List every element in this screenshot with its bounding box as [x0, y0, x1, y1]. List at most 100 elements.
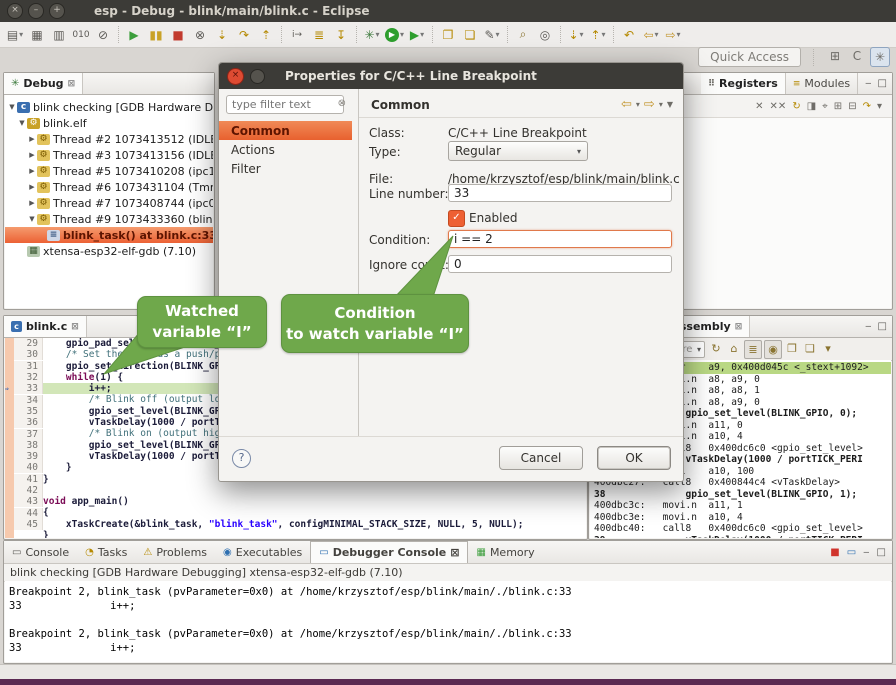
debug-tree-item[interactable]: ▶⚙Thread #7 1073408744 (ipc0) (Susp: [5, 195, 213, 211]
save-all-button[interactable]: ▥: [48, 25, 70, 45]
tree-expand-icon[interactable]: ▼: [27, 215, 37, 223]
next-annotation-button[interactable]: ⇣: [565, 25, 587, 45]
quick-access-button[interactable]: Quick Access: [698, 47, 801, 67]
pointer-mode-icon[interactable]: ⌖: [822, 101, 828, 112]
type-dropdown[interactable]: Regular ▾: [448, 141, 588, 161]
pin-editor-button[interactable]: ✎: [481, 25, 503, 45]
save-button[interactable]: ▦: [26, 25, 48, 45]
back-button[interactable]: ⇦: [640, 25, 662, 45]
step-return-button[interactable]: ⇡: [255, 25, 277, 45]
import-button[interactable]: ❏: [459, 25, 481, 45]
show-source-icon[interactable]: ≣: [744, 340, 762, 359]
new-button[interactable]: ▤: [4, 25, 26, 45]
chevron-down-icon[interactable]: ▾: [659, 100, 663, 109]
skip-all-breakpoints-button[interactable]: ⊘: [92, 25, 114, 45]
breakpoint-ruler[interactable]: [5, 338, 14, 349]
debug-button[interactable]: ✳: [361, 25, 383, 45]
breakpoint-ruler[interactable]: [5, 349, 14, 360]
collapse-all-icon[interactable]: ⊟: [848, 101, 856, 112]
line-number-input[interactable]: [448, 184, 672, 202]
breakpoint-ruler[interactable]: ⇒: [5, 383, 14, 394]
breakpoint-ruler[interactable]: [5, 428, 14, 439]
dialog-tree-item-actions[interactable]: Actions: [219, 140, 352, 159]
previous-annotation-button[interactable]: ⇡: [587, 25, 609, 45]
last-edit-location-button[interactable]: ↶: [618, 25, 640, 45]
toggle-mark-occurrences-button[interactable]: ◎: [534, 25, 556, 45]
tab-executables[interactable]: ◉Executables: [215, 541, 310, 563]
debug-perspective-button[interactable]: ✳: [870, 47, 890, 67]
open-new-view-icon[interactable]: ❏: [802, 340, 818, 357]
refresh-icon[interactable]: ↻: [792, 101, 800, 112]
search-button[interactable]: ⌕: [512, 25, 534, 45]
tab-debugger-console[interactable]: ▭Debugger Console⊠: [310, 541, 468, 563]
home-icon[interactable]: ⌂: [726, 340, 742, 357]
breakpoint-ruler[interactable]: [5, 496, 14, 507]
tab-debug[interactable]: ✳ Debug ⊠: [4, 73, 83, 94]
breakpoint-ruler[interactable]: [5, 406, 14, 417]
debug-tree-item[interactable]: ▶⚙Thread #6 1073431104 (Tmr Svc) (Su: [5, 179, 213, 195]
remove-selected-icon[interactable]: ✕: [755, 101, 763, 112]
restore-defaults-icon[interactable]: ↷: [863, 101, 871, 112]
open-perspective-button[interactable]: ⊞: [826, 47, 844, 65]
step-over-button[interactable]: ↷: [233, 25, 255, 45]
tree-expand-icon[interactable]: ▶: [27, 167, 37, 175]
instruction-stepping-button[interactable]: i→: [286, 25, 308, 45]
breakpoint-ruler[interactable]: [5, 394, 14, 405]
breakpoint-ruler[interactable]: [5, 462, 14, 473]
dialog-tree-item-common[interactable]: Common: [219, 121, 352, 140]
debug-tree-item[interactable]: ▼⚙blink.elf: [5, 115, 213, 131]
chevron-down-icon[interactable]: ▾: [636, 100, 640, 109]
external-tools-button[interactable]: ▶: [406, 25, 428, 45]
minimize-icon[interactable]: ‒: [863, 547, 869, 558]
disconnect-button[interactable]: ⊗: [189, 25, 211, 45]
help-button[interactable]: ?: [232, 449, 251, 468]
ignore-count-input[interactable]: [448, 255, 672, 273]
dialog-close-button[interactable]: ×: [227, 68, 244, 85]
breakpoint-ruler[interactable]: [5, 440, 14, 451]
debug-tree-item[interactable]: ▼cblink checking [GDB Hardware Debug: [5, 99, 213, 115]
debug-tree-item[interactable]: ▦xtensa-esp32-elf-gdb (7.10): [5, 243, 213, 259]
use-step-filters-button[interactable]: ≣: [308, 25, 330, 45]
refresh-icon[interactable]: ↻: [708, 340, 724, 357]
step-into-button[interactable]: ⇣: [211, 25, 233, 45]
breakpoint-ruler[interactable]: [5, 485, 14, 496]
tree-expand-icon[interactable]: ▼: [7, 103, 17, 111]
dialog-tree-item-filter[interactable]: Filter: [219, 159, 352, 178]
resume-button[interactable]: ▶: [123, 25, 145, 45]
tab-problems[interactable]: ⚠Problems: [135, 541, 215, 563]
debug-tree-item[interactable]: ▼⚙Thread #9 1073433360 (blink_task: [5, 211, 213, 227]
forward-icon[interactable]: ⇨: [644, 97, 655, 112]
tree-expand-icon[interactable]: ▶: [27, 183, 37, 191]
open-folder-button[interactable]: ❐: [437, 25, 459, 45]
dialog-restore-button[interactable]: [250, 69, 265, 84]
back-icon[interactable]: ⇦: [621, 97, 632, 112]
tab-registers[interactable]: ⠿ Registers: [701, 73, 786, 94]
breakpoint-ruler[interactable]: [5, 361, 14, 372]
cpp-perspective-button[interactable]: C: [848, 47, 866, 65]
maximize-icon[interactable]: □: [877, 547, 886, 558]
remove-all-icon[interactable]: ✕✕: [770, 101, 787, 112]
minimize-icon[interactable]: ‒: [865, 78, 871, 89]
breakpoint-ruler[interactable]: [5, 507, 14, 518]
forward-button[interactable]: ⇨: [662, 25, 684, 45]
ok-button[interactable]: OK: [597, 446, 671, 470]
close-icon[interactable]: ⊠: [450, 546, 459, 559]
condition-input[interactable]: [448, 230, 672, 248]
view-menu-icon[interactable]: ▾: [820, 340, 836, 357]
breakpoint-ruler[interactable]: [5, 519, 14, 530]
maximize-icon[interactable]: □: [878, 78, 887, 89]
breakpoint-ruler[interactable]: [5, 417, 14, 428]
minimize-icon[interactable]: ‒: [865, 321, 871, 332]
window-maximize-button[interactable]: +: [49, 3, 65, 19]
drop-to-frame-button[interactable]: ↧: [330, 25, 352, 45]
window-close-button[interactable]: ×: [7, 3, 23, 19]
clear-filter-icon[interactable]: ⊗: [338, 98, 346, 109]
cancel-button[interactable]: Cancel: [499, 446, 583, 470]
terminate-icon[interactable]: ■: [830, 547, 839, 558]
link-with-view-icon[interactable]: ❐: [784, 340, 800, 357]
tree-expand-icon[interactable]: ▶: [27, 151, 37, 159]
run-button[interactable]: ▶: [383, 25, 406, 45]
tab-blink-c[interactable]: c blink.c ⊠: [4, 316, 87, 337]
maximize-icon[interactable]: □: [878, 321, 887, 332]
binary-button[interactable]: 010: [70, 25, 92, 45]
